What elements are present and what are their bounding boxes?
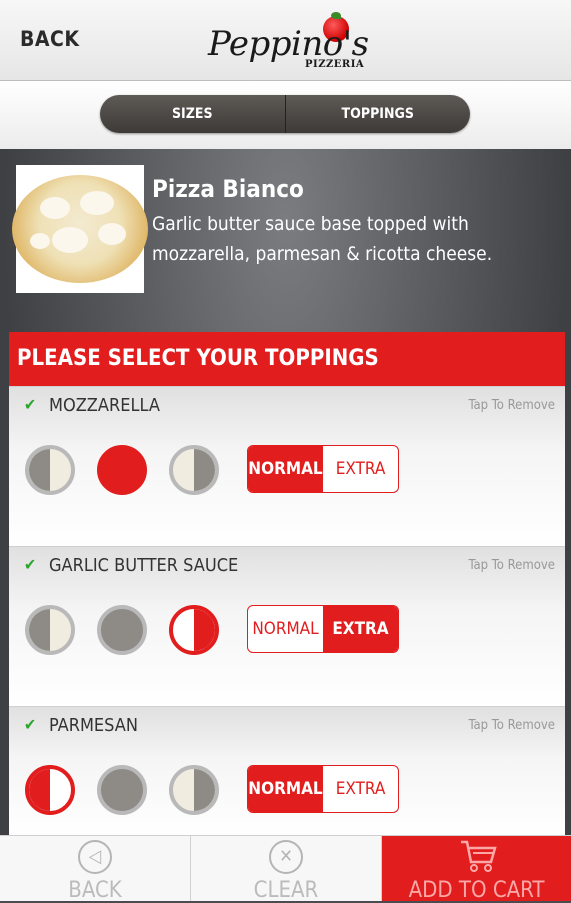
cart-icon	[461, 840, 497, 872]
segmented-control: SIZES TOPPINGS	[100, 95, 470, 133]
amount-toggle: NORMAL EXTRA	[247, 765, 399, 813]
whole-coverage-button[interactable]	[97, 765, 147, 815]
topping-name: PARMESAN	[49, 715, 138, 736]
extra-option[interactable]: EXTRA	[323, 766, 398, 812]
content-area: Pizza Bianco Garlic butter sauce base to…	[0, 149, 571, 836]
right-half-coverage-button[interactable]	[169, 445, 219, 495]
left-half-coverage-button[interactable]	[25, 605, 75, 655]
whole-coverage-button[interactable]	[97, 605, 147, 655]
peppinos-logo: Peppino's PIZZERIA	[205, 12, 375, 74]
logo-text: Peppino's	[208, 24, 369, 64]
back-arrow-icon: ◁	[78, 840, 112, 874]
pizza-graphic	[12, 175, 148, 283]
back-button[interactable]: BACK	[20, 27, 80, 51]
normal-option[interactable]: NORMAL	[248, 446, 323, 492]
normal-option[interactable]: NORMAL	[248, 766, 323, 812]
check-icon: ✔	[24, 715, 37, 734]
check-icon: ✔	[24, 555, 37, 574]
tab-sizes[interactable]: SIZES	[100, 95, 285, 133]
topping-name: MOZZARELLA	[49, 395, 160, 416]
amount-toggle: NORMAL EXTRA	[247, 605, 399, 653]
pizza-image	[12, 165, 148, 293]
tap-to-remove[interactable]: Tap To Remove	[469, 718, 556, 733]
tap-to-remove[interactable]: Tap To Remove	[469, 398, 556, 413]
amount-toggle: NORMAL EXTRA	[247, 445, 399, 493]
top-bar: BACK Peppino's PIZZERIA	[0, 0, 571, 81]
bottom-back-label: BACK	[68, 878, 122, 903]
extra-option[interactable]: EXTRA	[323, 446, 398, 492]
topping-row: ✔ PARMESAN Tap To Remove NORMAL EXTRA	[9, 706, 565, 836]
bottom-back-button[interactable]: ◁ BACK	[0, 836, 191, 903]
pizza-name: Pizza Bianco	[152, 175, 304, 203]
clear-button[interactable]: ✕ CLEAR	[191, 836, 382, 903]
extra-option[interactable]: EXTRA	[323, 606, 398, 652]
pizza-description: Garlic butter sauce base topped with moz…	[152, 213, 493, 265]
logo-subtitle: PIZZERIA	[305, 59, 365, 70]
topping-row: ✔ GARLIC BUTTER SAUCE Tap To Remove NORM…	[9, 546, 565, 707]
left-half-coverage-button[interactable]	[25, 445, 75, 495]
clear-x-icon: ✕	[269, 840, 303, 874]
left-half-coverage-button[interactable]	[25, 765, 75, 815]
right-half-coverage-button[interactable]	[169, 605, 219, 655]
tap-to-remove[interactable]: Tap To Remove	[469, 558, 556, 573]
add-to-cart-label: ADD TO CART	[408, 878, 545, 903]
segment-bar: SIZES TOPPINGS	[0, 81, 571, 149]
add-to-cart-button[interactable]: ADD TO CART	[382, 836, 571, 903]
topping-name: GARLIC BUTTER SAUCE	[49, 555, 239, 576]
tab-toppings[interactable]: TOPPINGS	[286, 95, 471, 133]
topping-row: ✔ MOZZARELLA Tap To Remove NORMAL EXTRA	[9, 386, 565, 547]
normal-option[interactable]: NORMAL	[248, 606, 323, 652]
check-icon: ✔	[24, 395, 37, 414]
toppings-heading: PLEASE SELECT YOUR TOPPINGS	[9, 332, 565, 386]
leaf-icon	[331, 12, 341, 19]
whole-coverage-button[interactable]	[97, 445, 147, 495]
right-half-coverage-button[interactable]	[169, 765, 219, 815]
bottom-bar: ◁ BACK ✕ CLEAR ADD TO CART	[0, 835, 571, 903]
clear-label: CLEAR	[253, 878, 319, 903]
